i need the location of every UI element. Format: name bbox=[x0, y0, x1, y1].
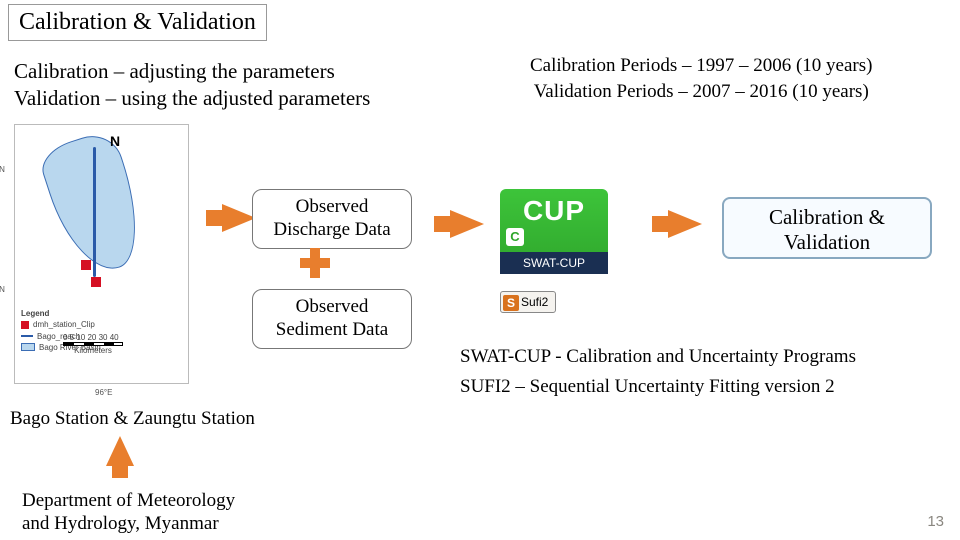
definitions-block: Calibration – adjusting the parameters V… bbox=[14, 58, 370, 113]
scale-numbers: 0 5 10 20 30 40 bbox=[63, 333, 123, 342]
cup-corner-icon: C bbox=[506, 228, 524, 246]
observed-sediment-box: Observed Sediment Data bbox=[252, 289, 412, 349]
department-label: Department of Meteorology and Hydrology,… bbox=[22, 490, 235, 536]
scale-unit: Kilometers bbox=[63, 346, 123, 355]
arrow-icon bbox=[222, 204, 256, 232]
arrow-icon bbox=[668, 210, 702, 238]
legend-title: Legend bbox=[21, 308, 101, 319]
station-marker-1 bbox=[81, 260, 91, 270]
cup-word: CUP bbox=[500, 189, 608, 227]
validation-definition: Validation – using the adjusted paramete… bbox=[14, 85, 370, 112]
basin-map: N 18°N 17°N 96°E Legend dmh_station_Clip… bbox=[14, 124, 189, 384]
calibration-definition: Calibration – adjusting the parameters bbox=[14, 58, 370, 85]
observed-sediment-label: Observed Sediment Data bbox=[276, 296, 388, 340]
page-number: 13 bbox=[927, 513, 944, 530]
calibration-validation-result: Calibration & Validation bbox=[722, 197, 932, 259]
cup-sublabel: SWAT-CUP bbox=[500, 252, 608, 274]
sufi2-logo: SSufi2 bbox=[500, 291, 556, 313]
swat-cup-description: SWAT-CUP - Calibration and Uncertainty P… bbox=[460, 346, 856, 368]
lon-label: 96°E bbox=[95, 388, 112, 397]
map-scalebar: 0 5 10 20 30 40 Kilometers bbox=[63, 333, 123, 355]
north-indicator: N bbox=[110, 133, 120, 149]
sufi2-description: SUFI2 – Sequential Uncertainty Fitting v… bbox=[460, 376, 835, 398]
calibration-periods: Calibration Periods – 1997 – 2006 (10 ye… bbox=[530, 53, 872, 79]
observed-discharge-box: Observed Discharge Data bbox=[252, 189, 412, 249]
arrow-up-icon bbox=[106, 436, 134, 466]
swat-cup-logo: CUP C SWAT-CUP bbox=[500, 189, 608, 274]
stations-label: Bago Station & Zaungtu Station bbox=[10, 408, 255, 430]
sufi2-s-icon: S bbox=[503, 295, 519, 311]
section-title: Calibration & Validation bbox=[8, 4, 267, 41]
legend-item-1: dmh_station_Clip bbox=[33, 319, 95, 330]
observed-discharge-label: Observed Discharge Data bbox=[273, 196, 390, 240]
plus-icon bbox=[300, 248, 330, 278]
calval-label: Calibration & Validation bbox=[769, 205, 885, 254]
lat-label-2: 17°N bbox=[0, 285, 5, 294]
station-marker-2 bbox=[91, 277, 101, 287]
periods-block: Calibration Periods – 1997 – 2006 (10 ye… bbox=[530, 53, 872, 104]
lat-label-1: 18°N bbox=[0, 165, 5, 174]
validation-periods: Validation Periods – 2007 – 2016 (10 yea… bbox=[530, 79, 872, 105]
sufi2-label: Sufi2 bbox=[521, 295, 548, 309]
river-line bbox=[93, 147, 96, 277]
arrow-icon bbox=[450, 210, 484, 238]
